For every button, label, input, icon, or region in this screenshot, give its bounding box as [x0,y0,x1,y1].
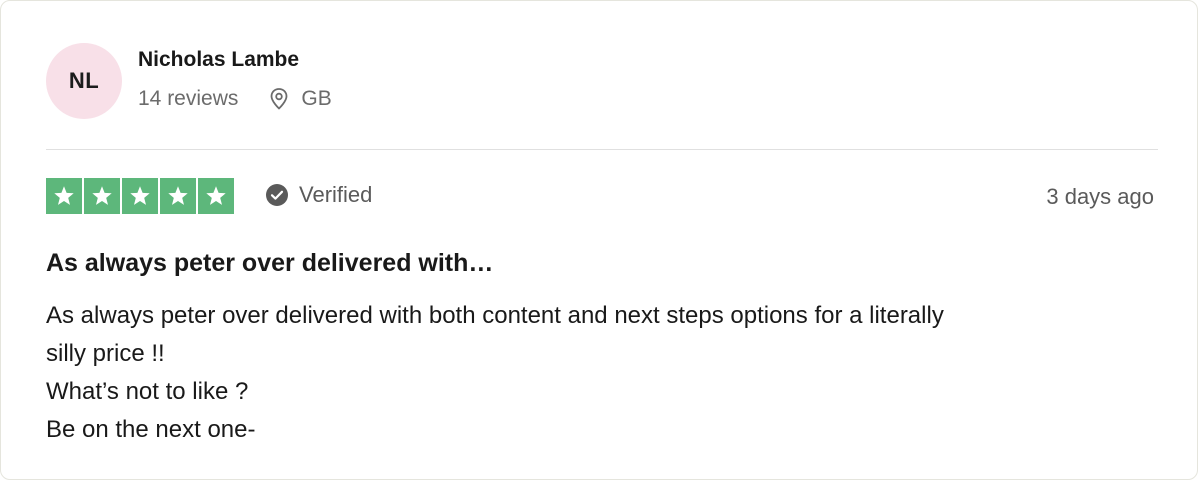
review-body-line: silly price !! [46,340,165,367]
reviews-count: 14 reviews [138,87,239,110]
star-rating-box [160,178,196,214]
star-icon [206,186,226,205]
review-body-line: As always peter over delivered with both… [46,302,944,329]
star-icon [168,186,188,205]
review-body-line: Be on the next one- [46,416,256,443]
review-card: NL Nicholas Lambe 14 reviews GB Verified… [0,0,1198,480]
review-date: 3 days ago [1046,184,1154,209]
verified-label: Verified [299,182,373,207]
star-rating [46,178,234,214]
reviewer-location: GB [301,87,332,110]
star-icon [92,186,112,205]
avatar[interactable]: NL [46,43,122,119]
star-icon [54,186,74,205]
star-rating-box [122,178,158,214]
star-rating-box [198,178,234,214]
avatar-initials: NL [68,68,100,93]
star-rating-box [84,178,120,214]
reviewer-meta: 14 reviews GB [138,87,332,111]
star-rating-box [46,178,82,214]
review-body: As always peter over delivered with both… [46,297,1161,449]
star-icon [130,186,150,205]
check-circle-icon [265,183,289,207]
divider [46,149,1158,150]
location-pin-icon [268,87,290,111]
review-body-line: What’s not to like ? [46,378,249,405]
reviewer-name[interactable]: Nicholas Lambe [138,48,299,72]
review-title[interactable]: As always peter over delivered with… [46,249,493,278]
verified-badge[interactable]: Verified [265,182,372,208]
